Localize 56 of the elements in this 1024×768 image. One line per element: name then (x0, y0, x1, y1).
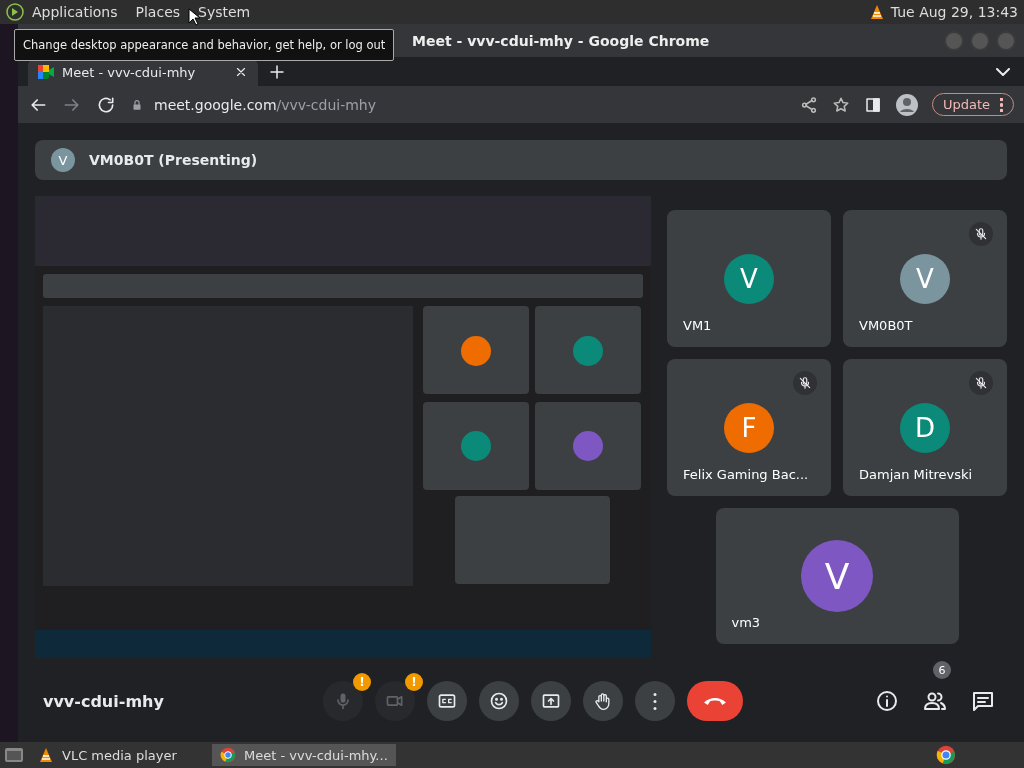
panel-menu[interactable]: System (198, 4, 251, 20)
captions-button[interactable] (427, 681, 467, 721)
clock: Tue Aug 29, 13:43 (890, 4, 1018, 20)
new-tab-icon (268, 62, 286, 81)
side-panel-icon (863, 95, 882, 114)
hang-up-icon (704, 697, 726, 705)
present-screen-icon (541, 691, 561, 711)
taskbar-button[interactable]: Meet - vvv-cdui-mhy... (212, 744, 396, 766)
presenter-avatar: V (51, 148, 75, 172)
more-icon (1000, 97, 1003, 112)
meeting-code: vvv-cdui-mhy (43, 691, 165, 711)
vlc-cone-icon (38, 747, 54, 763)
participant-name: vm3 (731, 615, 761, 630)
participant-name: VM0B0T (859, 318, 913, 333)
participant-name: Damjan Mitrevski (859, 467, 973, 482)
share-icon (799, 95, 818, 114)
chevron-down-icon (996, 67, 1010, 76)
muted-microphone-icon (798, 376, 812, 390)
participant-name: VM1 (683, 318, 712, 333)
participant-name: Felix Gaming Bac... (683, 467, 809, 482)
presenting-label: VM0B0T (Presenting) (89, 152, 258, 168)
chrome-icon[interactable] (220, 747, 236, 763)
more-icon (653, 692, 657, 710)
raised-hand-icon (593, 691, 613, 711)
leave-call-button[interactable] (687, 681, 743, 721)
emoji-button[interactable] (479, 681, 519, 721)
address-bar[interactable]: meet.google.com/vvv-cdui-mhy (130, 89, 786, 120)
muted-microphone-icon (974, 376, 988, 390)
vlc-cone-icon (868, 4, 885, 20)
count-badge: 6 (933, 661, 951, 679)
window-title: Meet - vvv-cdui-mhy - Google Chrome (412, 32, 710, 49)
warning-badge: ! (405, 673, 423, 691)
mouse-pointer-icon (188, 8, 200, 26)
star-icon (831, 95, 850, 114)
participant-avatar: D (900, 402, 950, 453)
chrome-tray-icon[interactable] (936, 745, 956, 765)
distro-logo-icon[interactable] (6, 3, 24, 21)
warning-badge: ! (353, 673, 371, 691)
show-desktop-icon[interactable] (4, 746, 24, 764)
meet-logo-icon (38, 65, 54, 80)
panel-menu[interactable]: Places (135, 4, 181, 20)
info-icon (875, 689, 899, 713)
participant-avatar: V (801, 540, 873, 612)
participant-avatar: F (724, 402, 774, 453)
taskbar-button[interactable]: VLC media player (30, 744, 206, 766)
chat-icon (971, 689, 995, 713)
captions-icon (437, 691, 457, 711)
profile-avatar-icon[interactable] (895, 93, 918, 116)
smiley-icon (489, 691, 509, 711)
tooltip: Change desktop appearance and behavior, get help, or log out (14, 29, 395, 61)
muted-microphone-icon (974, 227, 988, 241)
panel-menu[interactable]: Applications (32, 4, 118, 20)
participant-avatar: V (900, 253, 950, 304)
hand-button[interactable] (583, 681, 623, 721)
present-button[interactable] (531, 681, 571, 721)
participant-avatar: V (724, 253, 774, 304)
